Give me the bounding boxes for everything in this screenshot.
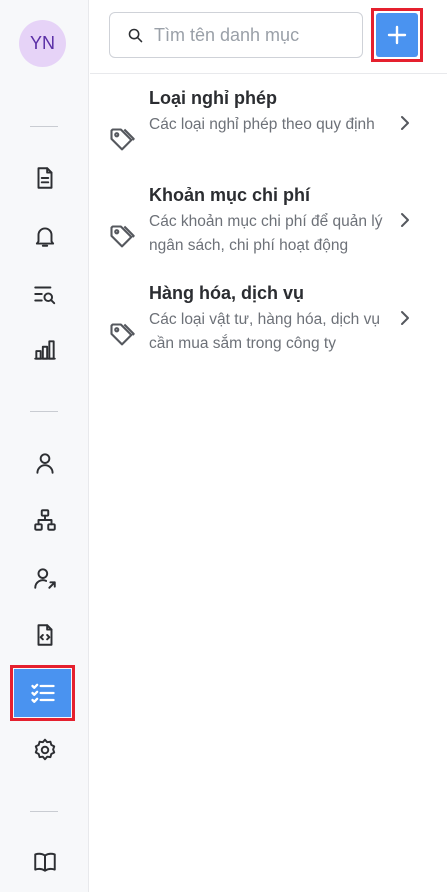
sidebar-item-search[interactable] [29, 278, 61, 310]
search-box[interactable] [109, 12, 363, 58]
add-category-button[interactable] [376, 13, 418, 57]
sidebar-divider [30, 411, 58, 412]
header [90, 0, 447, 74]
search-list-icon [34, 286, 56, 305]
sidebar-item-templates[interactable] [29, 619, 61, 651]
list-item[interactable]: Loại nghỉ phép Các loại nghỉ phép theo q… [90, 88, 447, 184]
checklist-icon [30, 683, 55, 703]
sidebar-item-reports[interactable] [29, 334, 61, 366]
sidebar-divider [30, 811, 58, 812]
bar-chart-icon [34, 340, 56, 360]
tag-icon [108, 321, 136, 349]
item-title: Hàng hóa, dịch vụ [149, 283, 305, 303]
document-icon [37, 167, 53, 189]
list-item[interactable]: Hàng hóa, dịch vụ Các loại vật tư, hàng … [90, 283, 447, 379]
org-chart-icon [34, 509, 56, 531]
sidebar-divider [30, 126, 58, 127]
sidebar-item-documents[interactable] [29, 162, 61, 194]
sidebar-item-organization[interactable] [29, 504, 61, 536]
search-icon [128, 28, 143, 42]
sidebar: YN [0, 0, 89, 892]
book-icon [34, 852, 56, 872]
sidebar-item-profile[interactable] [29, 447, 61, 479]
chevron-right-icon [396, 211, 414, 229]
sidebar-item-categories[interactable] [14, 669, 71, 717]
sidebar-item-delegation[interactable] [29, 562, 61, 594]
gear-icon [34, 738, 56, 761]
chevron-right-icon [396, 114, 414, 132]
avatar[interactable]: YN [19, 20, 66, 67]
item-description: Các khoản mục chi phí để quản lý ngân sá… [149, 213, 383, 254]
plus-icon [387, 25, 407, 45]
tag-icon [108, 126, 136, 154]
user-icon [36, 453, 54, 474]
list-item[interactable]: Khoản mục chi phí Các khoản mục chi phí … [90, 185, 447, 281]
search-input[interactable] [154, 24, 354, 46]
item-description: Các loại nghỉ phép theo quy định [149, 116, 375, 133]
item-description: Các loại vật tư, hàng hóa, dịch vụ cần m… [149, 311, 380, 352]
sidebar-item-notifications[interactable] [29, 220, 61, 252]
tag-icon [108, 223, 136, 251]
code-file-icon [37, 624, 53, 646]
bell-icon [35, 227, 55, 247]
item-title: Khoản mục chi phí [149, 185, 311, 205]
sidebar-item-settings[interactable] [29, 734, 61, 766]
user-share-icon [34, 568, 56, 589]
sidebar-item-guide[interactable] [29, 846, 61, 878]
chevron-right-icon [396, 309, 414, 327]
item-title: Loại nghỉ phép [149, 88, 277, 108]
